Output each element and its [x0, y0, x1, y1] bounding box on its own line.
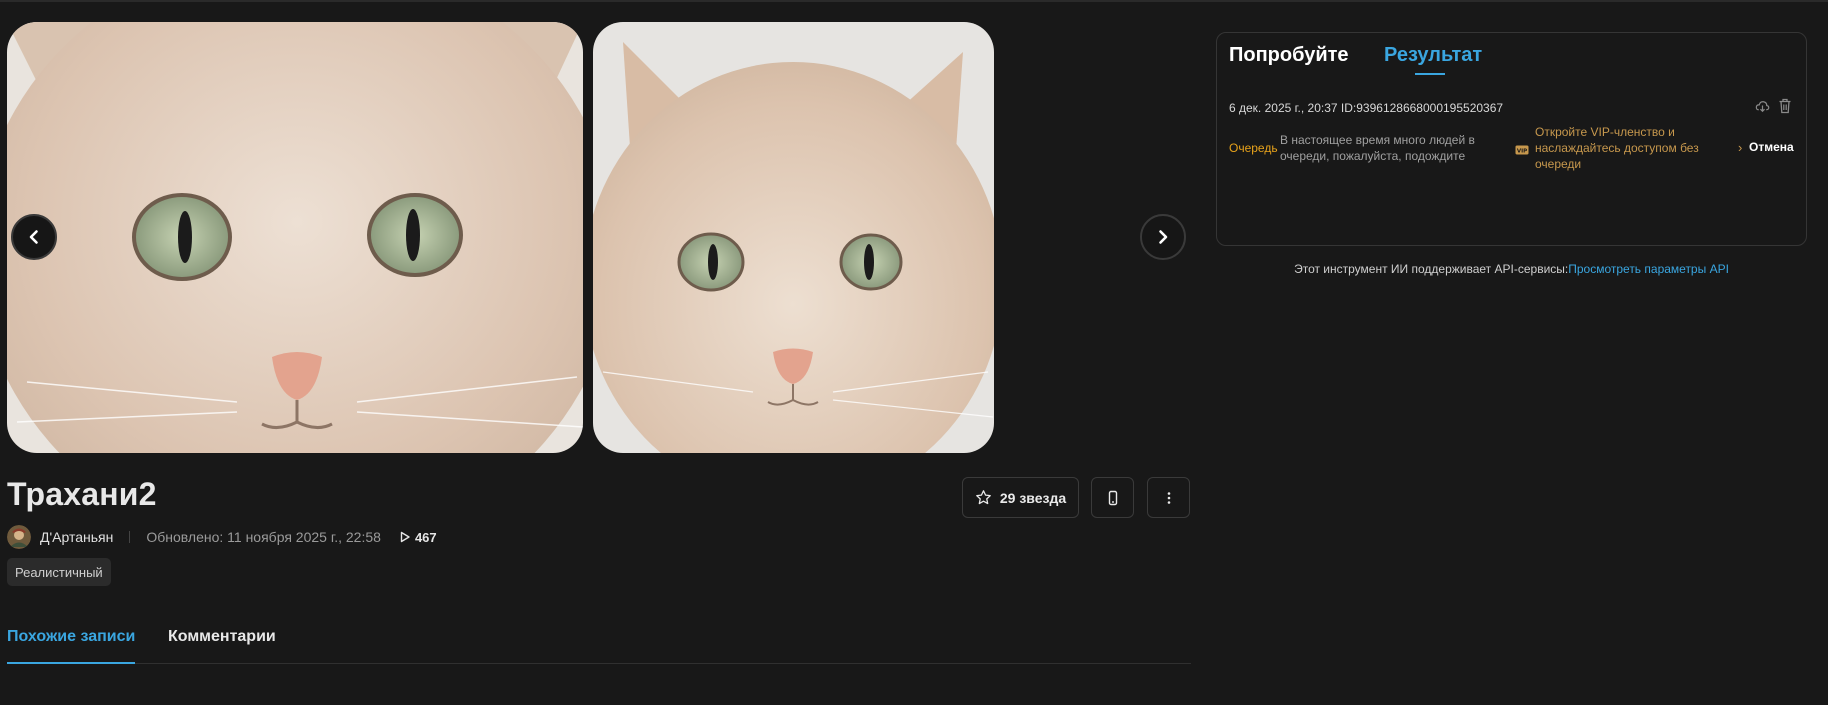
gallery-image-cat-portrait[interactable]: [593, 22, 994, 453]
item-meta: Д'Артаньян Обновлено: 11 ноября 2025 г.,…: [7, 525, 437, 549]
avatar[interactable]: [7, 525, 31, 549]
active-tab-indicator: [1415, 73, 1445, 75]
queue-message: В настоящее время много людей в очереди,…: [1280, 133, 1475, 163]
page-title: Трахани2: [7, 476, 157, 512]
play-icon: [400, 531, 410, 543]
content-tabs: Похожие записи Комментарии: [7, 622, 1191, 664]
api-info: Этот инструмент ИИ поддерживает API-серв…: [1216, 262, 1807, 276]
top-divider: [0, 0, 1828, 2]
chevron-left-icon: [29, 230, 38, 244]
gallery-image-cat-closeup[interactable]: [7, 22, 583, 453]
updated-date: Обновлено: 11 ноября 2025 г., 22:58: [146, 529, 381, 545]
gallery-next-button[interactable]: [1140, 214, 1186, 260]
tab-result[interactable]: Результат: [1384, 44, 1482, 67]
tab-comments[interactable]: Комментарии: [168, 628, 276, 664]
meta-divider: [129, 531, 131, 543]
phone-icon: [1108, 490, 1117, 505]
play-count: 467: [399, 530, 437, 545]
tab-try[interactable]: Попробуйте: [1229, 44, 1349, 67]
star-button[interactable]: 29 звезда: [962, 477, 1079, 518]
mobile-button[interactable]: [1091, 477, 1134, 518]
tab-similar-posts[interactable]: Похожие записи: [7, 628, 136, 664]
queue-status: Очередь: [1229, 141, 1278, 155]
image-gallery: [0, 22, 1200, 453]
star-count: 29: [999, 489, 1016, 506]
star-label: звезда: [1019, 489, 1067, 506]
generation-panel: Попробуйте Результат 6 дек. 2025 г., 20:…: [1216, 32, 1807, 246]
chevron-right-icon: ›: [1738, 140, 1743, 155]
trash-icon[interactable]: [1778, 98, 1792, 119]
vip-upsell-link[interactable]: Откройте VIP-членство и наслаждайтесь до…: [1535, 124, 1735, 172]
cancel-button[interactable]: Отмена: [1749, 140, 1794, 154]
chevron-right-icon: [1159, 230, 1168, 244]
play-count-value: 467: [414, 529, 437, 545]
more-vertical-icon: [1167, 491, 1170, 504]
author-name[interactable]: Д'Артаньян: [40, 529, 113, 545]
api-params-link[interactable]: Просмотреть параметры API: [1568, 262, 1729, 276]
style-tag[interactable]: Реалистичный: [7, 558, 111, 586]
more-options-button[interactable]: [1147, 477, 1190, 518]
cloud-download-icon[interactable]: [1755, 99, 1770, 118]
svg-text:VIP: VIP: [1517, 148, 1527, 154]
star-icon: [975, 490, 991, 505]
gallery-prev-button[interactable]: [11, 214, 57, 260]
api-info-text: Этот инструмент ИИ поддерживает API-серв…: [1294, 262, 1569, 276]
job-info: 6 дек. 2025 г., 20:37 ID:939612866800019…: [1229, 101, 1504, 115]
vip-badge-icon: VIP: [1515, 142, 1529, 160]
